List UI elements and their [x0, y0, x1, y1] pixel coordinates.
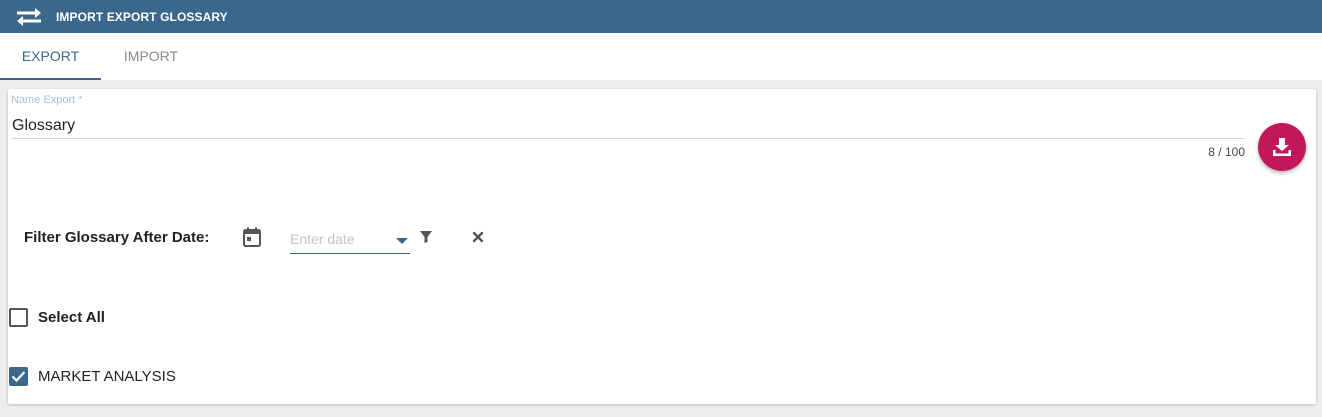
- checkbox-checked[interactable]: [9, 367, 28, 386]
- panel-title: IMPORT EXPORT GLOSSARY: [56, 10, 228, 24]
- checkbox-unchecked[interactable]: [9, 308, 28, 327]
- date-input[interactable]: [290, 229, 390, 249]
- glossary-item-label: MARKET ANALYSIS: [38, 368, 176, 385]
- download-icon: [1273, 138, 1291, 156]
- tab-bar: EXPORT IMPORT: [0, 33, 1322, 80]
- filter-date-label: Filter Glossary After Date:: [24, 229, 210, 246]
- calendar-icon[interactable]: [241, 226, 263, 248]
- download-button[interactable]: [1258, 123, 1306, 171]
- tab-import[interactable]: IMPORT: [101, 33, 201, 80]
- panel-header: IMPORT EXPORT GLOSSARY: [0, 0, 1322, 33]
- date-field: [290, 225, 410, 254]
- name-export-input[interactable]: [12, 113, 1245, 139]
- select-all-label: Select All: [38, 309, 105, 326]
- filter-icon[interactable]: [419, 230, 433, 244]
- swap-arrows-icon: [17, 8, 41, 26]
- close-icon[interactable]: [472, 231, 484, 243]
- checkmark-icon: [11, 371, 26, 383]
- export-form-card: Name Export * 8 / 100 Filter Glossary Af…: [8, 89, 1316, 404]
- chevron-down-icon[interactable]: [396, 237, 408, 245]
- character-counter: 8 / 100: [1208, 145, 1245, 159]
- name-export-label: Name Export *: [11, 94, 83, 106]
- import-export-glossary-panel: IMPORT EXPORT GLOSSARY EXPORT IMPORT Nam…: [0, 0, 1322, 417]
- tab-export[interactable]: EXPORT: [0, 33, 101, 80]
